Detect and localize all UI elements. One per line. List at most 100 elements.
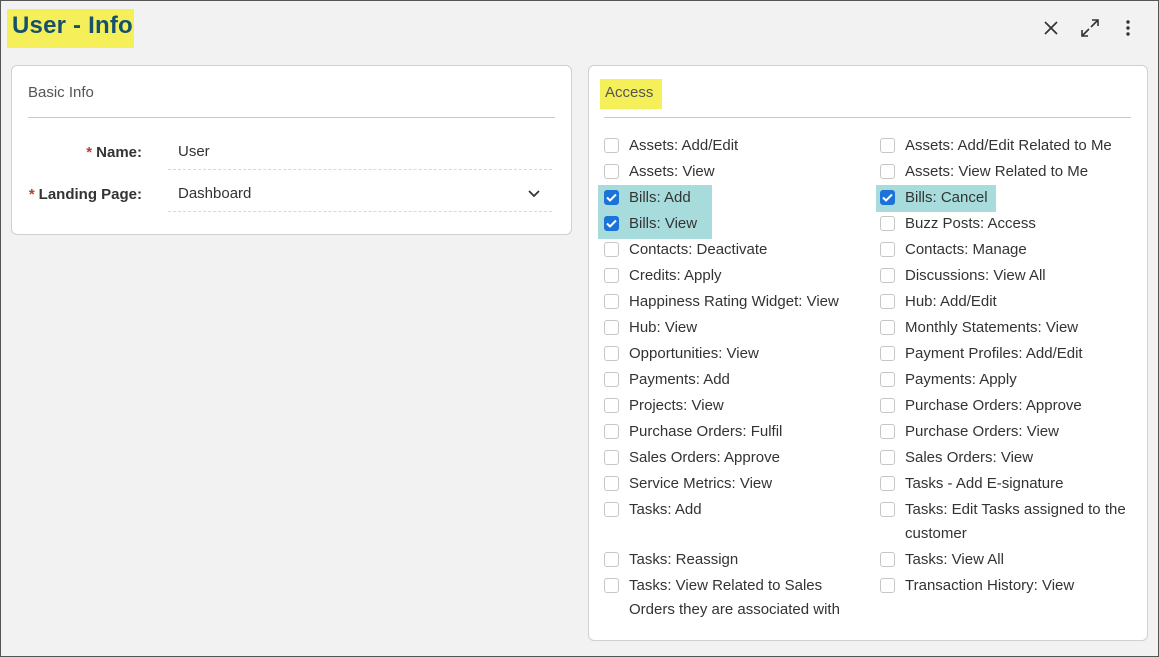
more-vertical-icon <box>1126 20 1130 36</box>
checkbox[interactable] <box>604 476 619 491</box>
permission-right-15[interactable]: Tasks: View All <box>880 548 1135 572</box>
checkbox[interactable] <box>880 268 895 283</box>
permission-label: Tasks - Add E-signature <box>905 475 1064 492</box>
permission-label: Payment Profiles: Add/Edit <box>905 345 1083 362</box>
permission-left-0[interactable]: Assets: Add/Edit <box>604 134 864 158</box>
permission-label: Projects: View <box>629 397 724 414</box>
landing-page-select[interactable]: Dashboard <box>168 179 552 212</box>
checkbox[interactable] <box>604 268 619 283</box>
permission-label: Tasks: Reassign <box>629 551 739 568</box>
checkbox[interactable] <box>604 450 619 465</box>
checkbox[interactable] <box>880 578 895 593</box>
checkbox[interactable] <box>880 294 895 309</box>
more-options-button[interactable] <box>1113 13 1143 43</box>
permission-label: Sales Orders: View <box>905 449 1034 466</box>
permission-right-2[interactable]: Bills: Cancel <box>880 186 1135 210</box>
permission-right-3[interactable]: Buzz Posts: Access <box>880 212 1135 236</box>
permission-right-9[interactable]: Payments: Apply <box>880 368 1135 392</box>
checkbox[interactable] <box>604 320 619 335</box>
checkbox[interactable] <box>604 372 619 387</box>
checkbox[interactable] <box>604 578 619 593</box>
checkbox[interactable] <box>880 164 895 179</box>
permission-right-11[interactable]: Purchase Orders: View <box>880 420 1135 444</box>
permission-left-16[interactable]: Tasks: View Related to Sales Orders they… <box>604 574 864 622</box>
permission-label: Credits: Apply <box>629 267 722 284</box>
permission-left-5[interactable]: Credits: Apply <box>604 264 864 288</box>
close-icon <box>1044 21 1058 35</box>
permission-right-7[interactable]: Monthly Statements: View <box>880 316 1135 340</box>
permission-label: Hub: View <box>629 319 698 336</box>
checkbox-checked[interactable] <box>604 216 619 231</box>
basic-info-divider <box>28 117 555 118</box>
checkbox[interactable] <box>880 424 895 439</box>
checkbox[interactable] <box>604 424 619 439</box>
permission-left-9[interactable]: Payments: Add <box>604 368 864 392</box>
required-marker: * <box>28 186 35 203</box>
access-divider <box>604 117 1131 118</box>
checkbox-checked[interactable] <box>880 190 895 205</box>
checkbox[interactable] <box>880 552 895 567</box>
checkbox[interactable] <box>880 398 895 413</box>
checkbox[interactable] <box>880 216 895 231</box>
checkbox[interactable] <box>880 372 895 387</box>
permission-left-15[interactable]: Tasks: Reassign <box>604 548 864 572</box>
permission-left-11[interactable]: Purchase Orders: Fulfil <box>604 420 864 444</box>
permission-label: Happiness Rating Widget: View <box>629 293 839 310</box>
permission-label: Purchase Orders: Approve <box>905 397 1082 414</box>
permission-left-4[interactable]: Contacts: Deactivate <box>604 238 864 262</box>
checkbox[interactable] <box>880 320 895 335</box>
expand-icon <box>1081 19 1099 37</box>
permission-right-16[interactable]: Transaction History: View <box>880 574 1135 598</box>
permission-left-6[interactable]: Happiness Rating Widget: View <box>604 290 864 314</box>
close-button[interactable] <box>1036 13 1066 43</box>
permission-label: Contacts: Deactivate <box>629 241 768 258</box>
permission-right-14[interactable]: Tasks: Edit Tasks assigned to the custom… <box>880 498 1135 546</box>
permission-left-12[interactable]: Sales Orders: Approve <box>604 446 864 470</box>
permission-left-7[interactable]: Hub: View <box>604 316 864 340</box>
permission-label: Sales Orders: Approve <box>629 449 780 466</box>
permission-label: Opportunities: View <box>629 345 759 362</box>
expand-button[interactable] <box>1075 13 1105 43</box>
permission-label: Bills: Add <box>629 189 691 206</box>
permission-label: Tasks: View All <box>905 551 1004 568</box>
permission-right-4[interactable]: Contacts: Manage <box>880 238 1135 262</box>
checkbox[interactable] <box>604 346 619 361</box>
permission-left-8[interactable]: Opportunities: View <box>604 342 864 366</box>
name-field[interactable]: User <box>168 137 552 170</box>
permission-right-13[interactable]: Tasks - Add E-signature <box>880 472 1135 496</box>
checkbox[interactable] <box>604 502 619 517</box>
landing-page-label: * Landing Page: <box>25 186 142 203</box>
checkbox[interactable] <box>880 450 895 465</box>
permission-left-2[interactable]: Bills: Add <box>604 186 864 210</box>
permission-left-14[interactable]: Tasks: Add <box>604 498 864 522</box>
permission-label: Contacts: Manage <box>905 241 1027 258</box>
permission-right-0[interactable]: Assets: Add/Edit Related to Me <box>880 134 1135 158</box>
checkbox[interactable] <box>604 398 619 413</box>
permission-right-10[interactable]: Purchase Orders: Approve <box>880 394 1135 418</box>
checkbox[interactable] <box>880 476 895 491</box>
permission-right-12[interactable]: Sales Orders: View <box>880 446 1135 470</box>
permission-label: Assets: Add/Edit Related to Me <box>905 137 1112 154</box>
checkbox[interactable] <box>880 502 895 517</box>
checkbox[interactable] <box>880 138 895 153</box>
checkmark-icon <box>882 193 893 202</box>
checkbox[interactable] <box>604 242 619 257</box>
permission-right-8[interactable]: Payment Profiles: Add/Edit <box>880 342 1135 366</box>
checkbox[interactable] <box>604 138 619 153</box>
permission-left-13[interactable]: Service Metrics: View <box>604 472 864 496</box>
checkbox[interactable] <box>880 346 895 361</box>
permission-label: Service Metrics: View <box>629 475 773 492</box>
checkbox[interactable] <box>604 294 619 309</box>
permission-label: Tasks: View Related to Sales Orders they… <box>629 577 840 618</box>
permission-right-5[interactable]: Discussions: View All <box>880 264 1135 288</box>
checkbox[interactable] <box>604 552 619 567</box>
required-marker: * <box>86 144 93 161</box>
permission-left-3[interactable]: Bills: View <box>604 212 864 236</box>
permission-right-6[interactable]: Hub: Add/Edit <box>880 290 1135 314</box>
permission-left-10[interactable]: Projects: View <box>604 394 864 418</box>
checkbox[interactable] <box>880 242 895 257</box>
permission-right-1[interactable]: Assets: View Related to Me <box>880 160 1135 184</box>
checkbox-checked[interactable] <box>604 190 619 205</box>
permission-left-1[interactable]: Assets: View <box>604 160 864 184</box>
checkbox[interactable] <box>604 164 619 179</box>
